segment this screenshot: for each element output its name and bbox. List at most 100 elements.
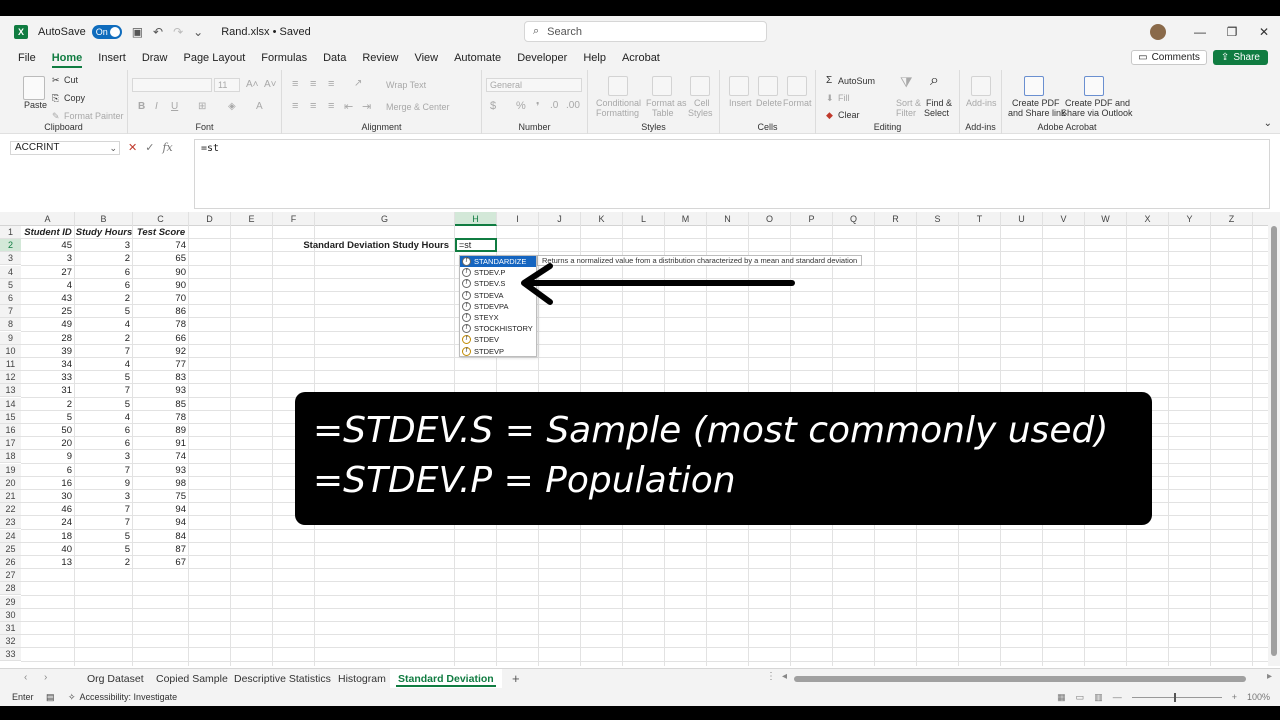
- find-select-button[interactable]: Find &: [926, 98, 952, 108]
- column-header-u[interactable]: U: [1001, 212, 1043, 226]
- clear-button[interactable]: Clear: [838, 110, 860, 120]
- row-header-22[interactable]: 22: [0, 503, 21, 517]
- restore-icon[interactable]: ❐: [1216, 25, 1248, 39]
- table-cell[interactable]: 85: [133, 398, 189, 411]
- table-cell[interactable]: 77: [133, 358, 189, 371]
- table-cell[interactable]: 6: [21, 464, 75, 477]
- copy-icon[interactable]: ⎘: [52, 93, 59, 104]
- merge-center-button[interactable]: Merge & Center: [386, 102, 450, 112]
- autosum-button[interactable]: AutoSum: [838, 76, 875, 86]
- pdf-share-icon[interactable]: [1024, 76, 1044, 96]
- copy-button[interactable]: Copy: [64, 93, 85, 103]
- decrease-decimal-icon[interactable]: .00: [566, 100, 580, 111]
- tab-insert[interactable]: Insert: [90, 48, 134, 68]
- column-header-m[interactable]: M: [665, 212, 707, 226]
- table-cell[interactable]: 5: [75, 530, 133, 543]
- undo-icon[interactable]: ↶: [153, 25, 163, 39]
- column-header-g[interactable]: G: [315, 212, 455, 226]
- cut-icon[interactable]: ✂: [52, 75, 60, 86]
- table-cell[interactable]: 7: [75, 345, 133, 358]
- column-header-p[interactable]: P: [791, 212, 833, 226]
- row-header-19[interactable]: 19: [0, 463, 21, 477]
- borders-icon[interactable]: ⊞: [198, 101, 206, 112]
- row-header-8[interactable]: 8: [0, 318, 21, 332]
- customize-qat-icon[interactable]: ⌄: [193, 25, 203, 39]
- autosum-icon[interactable]: Σ: [826, 75, 832, 86]
- tab-acrobat[interactable]: Acrobat: [614, 48, 668, 68]
- horizontal-scroll-thumb[interactable]: [794, 676, 1246, 682]
- table-cell[interactable]: 67: [133, 556, 189, 569]
- table-cell[interactable]: 4: [75, 358, 133, 371]
- row-header-5[interactable]: 5: [0, 278, 21, 292]
- format-as-table-button[interactable]: Format as: [646, 98, 687, 108]
- sheet-options-icon[interactable]: ⋮: [766, 671, 776, 682]
- table-cell[interactable]: 2: [75, 292, 133, 305]
- column-header-v[interactable]: V: [1043, 212, 1085, 226]
- column-header-w[interactable]: W: [1085, 212, 1127, 226]
- table-cell[interactable]: 39: [21, 345, 75, 358]
- column-header-t[interactable]: T: [959, 212, 1001, 226]
- table-cell[interactable]: 5: [75, 305, 133, 318]
- column-header-e[interactable]: E: [231, 212, 273, 226]
- table-cell[interactable]: 78: [133, 411, 189, 424]
- table-cell[interactable]: 30: [21, 490, 75, 503]
- orientation-icon[interactable]: ↗: [354, 78, 362, 89]
- table-cell[interactable]: 31: [21, 384, 75, 397]
- vertical-scroll-thumb[interactable]: [1271, 226, 1277, 656]
- sheet-tab[interactable]: Standard Deviation: [390, 669, 502, 689]
- column-header-q[interactable]: Q: [833, 212, 875, 226]
- column-header-n[interactable]: N: [707, 212, 749, 226]
- row-header-28[interactable]: 28: [0, 582, 21, 596]
- column-header-r[interactable]: R: [875, 212, 917, 226]
- sort-filter-icon[interactable]: ⧩: [900, 74, 913, 91]
- row-header-32[interactable]: 32: [0, 635, 21, 649]
- table-cell[interactable]: 27: [21, 266, 75, 279]
- italic-icon[interactable]: I: [155, 101, 158, 112]
- align-bottom-icon[interactable]: ≡: [328, 78, 334, 90]
- tab-page-layout[interactable]: Page Layout: [175, 48, 253, 68]
- tab-home[interactable]: Home: [44, 48, 91, 68]
- table-cell[interactable]: 16: [21, 477, 75, 490]
- table-cell[interactable]: 94: [133, 516, 189, 529]
- minimize-icon[interactable]: —: [1184, 25, 1216, 39]
- format-cells-button[interactable]: Format: [783, 98, 812, 108]
- table-cell[interactable]: 5: [75, 371, 133, 384]
- tab-draw[interactable]: Draw: [134, 48, 176, 68]
- table-cell[interactable]: 34: [21, 358, 75, 371]
- table-cell[interactable]: 3: [75, 450, 133, 463]
- next-sheet-icon[interactable]: ›: [44, 672, 47, 683]
- row-header-25[interactable]: 25: [0, 542, 21, 556]
- autosave-toggle[interactable]: On: [91, 25, 122, 39]
- wrap-text-button[interactable]: Wrap Text: [386, 80, 426, 90]
- table-cell[interactable]: 5: [21, 411, 75, 424]
- tab-review[interactable]: Review: [354, 48, 406, 68]
- table-cell[interactable]: 94: [133, 503, 189, 516]
- format-painter-button[interactable]: Format Painter: [64, 111, 124, 121]
- column-header-z[interactable]: Z: [1211, 212, 1253, 226]
- sheet-tab[interactable]: Descriptive Statistics: [226, 669, 339, 689]
- table-cell[interactable]: 74: [133, 239, 189, 252]
- conditional-formatting-icon[interactable]: [608, 76, 628, 96]
- row-header-6[interactable]: 6: [0, 292, 21, 305]
- table-cell[interactable]: 90: [133, 266, 189, 279]
- column-header-f[interactable]: F: [273, 212, 315, 226]
- table-cell[interactable]: 86: [133, 305, 189, 318]
- insert-function-icon[interactable]: fx: [162, 141, 172, 154]
- column-header-b[interactable]: B: [75, 212, 133, 226]
- table-cell[interactable]: 28: [21, 332, 75, 345]
- table-cell[interactable]: 89: [133, 424, 189, 437]
- row-header-31[interactable]: 31: [0, 622, 21, 635]
- shrink-font-icon[interactable]: A˅: [264, 79, 277, 90]
- scroll-right-icon[interactable]: ▸: [1267, 671, 1272, 682]
- align-top-icon[interactable]: ≡: [292, 78, 298, 90]
- fill-button[interactable]: Fill: [838, 93, 850, 103]
- table-cell[interactable]: 18: [21, 530, 75, 543]
- page-layout-view-icon[interactable]: ▭: [1076, 688, 1085, 706]
- name-box[interactable]: ACCRINT ⌄: [10, 141, 120, 155]
- row-header-2[interactable]: 2: [0, 239, 21, 253]
- font-name-box[interactable]: [132, 78, 212, 92]
- vertical-scrollbar[interactable]: [1268, 212, 1280, 666]
- sort-filter-button[interactable]: Sort &: [896, 98, 921, 108]
- add-sheet-icon[interactable]: +: [512, 671, 520, 686]
- number-format-box[interactable]: General: [486, 78, 582, 92]
